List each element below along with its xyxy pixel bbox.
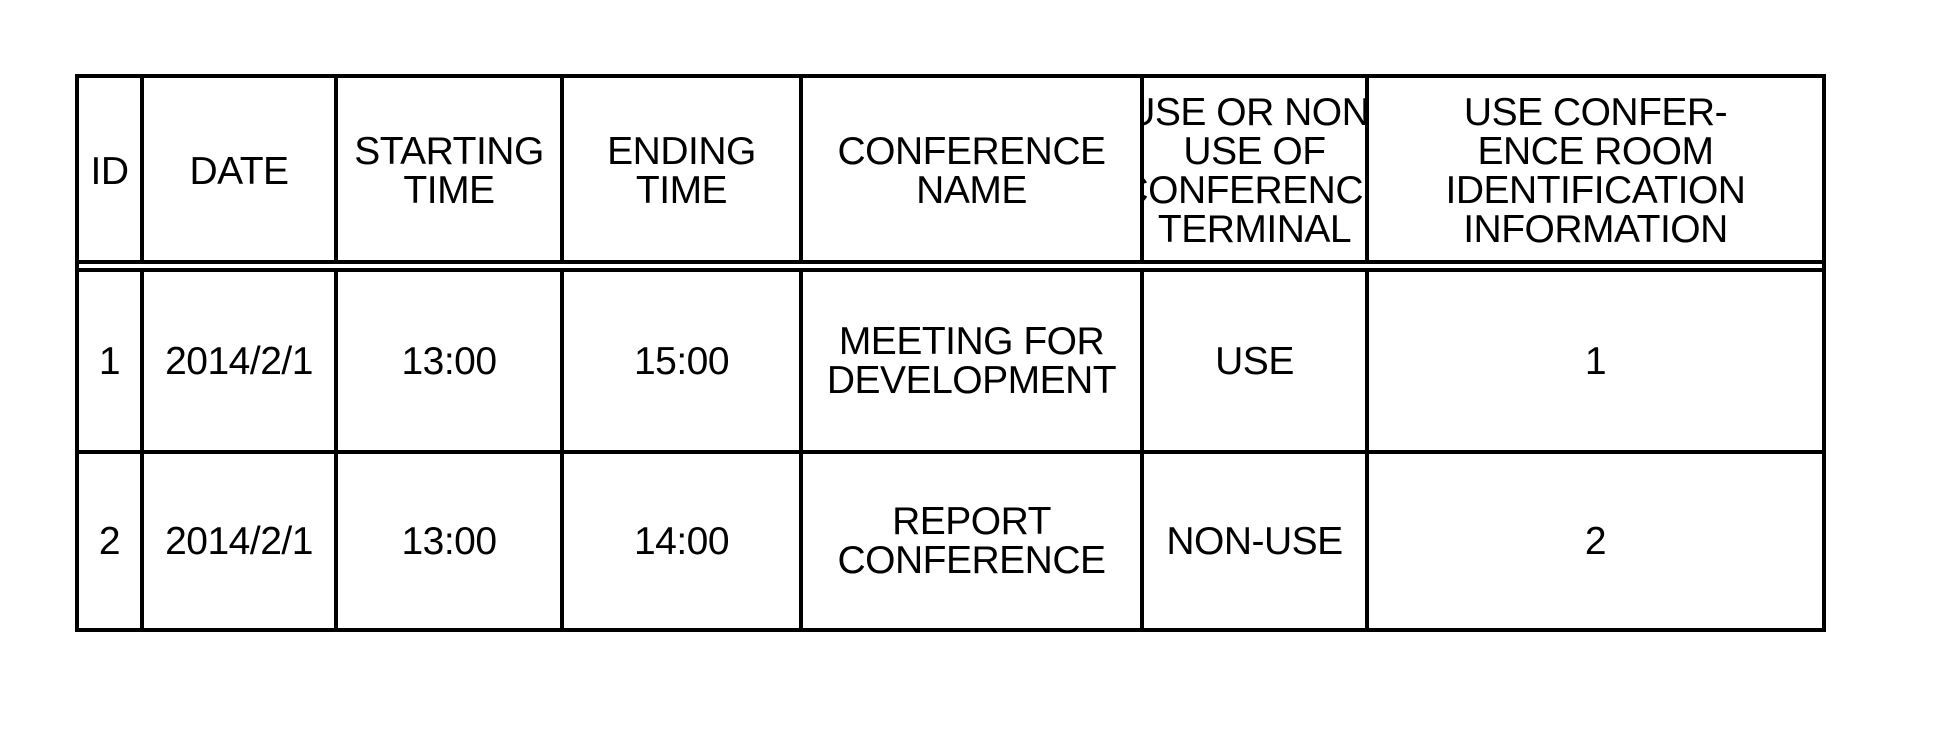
cell-starting-time: 13:00 bbox=[338, 454, 564, 628]
column-header-room-identification: USE CONFER- ENCE ROOM IDENTIFICATION INF… bbox=[1445, 91, 1746, 251]
cell-id: 1 bbox=[79, 272, 144, 450]
cell-date: 2014/2/1 bbox=[144, 272, 338, 450]
conference-schedule-table: ID DATE STARTING TIME ENDING TIME CONFER… bbox=[75, 74, 1826, 632]
cell-ending-time: 14:00 bbox=[564, 454, 803, 628]
column-header-conference-name: CONFERENCE NAME bbox=[803, 78, 1144, 260]
header-double-rule bbox=[79, 260, 1822, 272]
column-header-starting-time: STARTING TIME bbox=[338, 78, 564, 260]
cell-starting-time: 13:00 bbox=[338, 272, 564, 450]
cell-date: 2014/2/1 bbox=[144, 454, 338, 628]
table-row: 1 2014/2/1 13:00 15:00 MEETING FOR DEVEL… bbox=[79, 272, 1822, 450]
cell-conference-name: REPORT CONFERENCE bbox=[803, 454, 1144, 628]
column-header-id: ID bbox=[79, 78, 144, 260]
cell-terminal-use: USE bbox=[1144, 272, 1369, 450]
cell-ending-time: 15:00 bbox=[564, 272, 803, 450]
table-row: 2 2014/2/1 13:00 14:00 REPORT CONFERENCE… bbox=[79, 450, 1822, 628]
column-header-date: DATE bbox=[144, 78, 338, 260]
cell-room-id: 1 bbox=[1584, 339, 1607, 383]
cell-terminal-use: NON-USE bbox=[1144, 454, 1369, 628]
cell-id: 2 bbox=[79, 454, 144, 628]
table-header-row: ID DATE STARTING TIME ENDING TIME CONFER… bbox=[79, 78, 1822, 260]
column-header-terminal-use: USE OR NON- USE OF CONFERENCE TERMINAL bbox=[1144, 78, 1369, 260]
column-header-ending-time: ENDING TIME bbox=[564, 78, 803, 260]
cell-room-id: 2 bbox=[1584, 519, 1607, 563]
cell-conference-name: MEETING FOR DEVELOPMENT bbox=[803, 272, 1144, 450]
